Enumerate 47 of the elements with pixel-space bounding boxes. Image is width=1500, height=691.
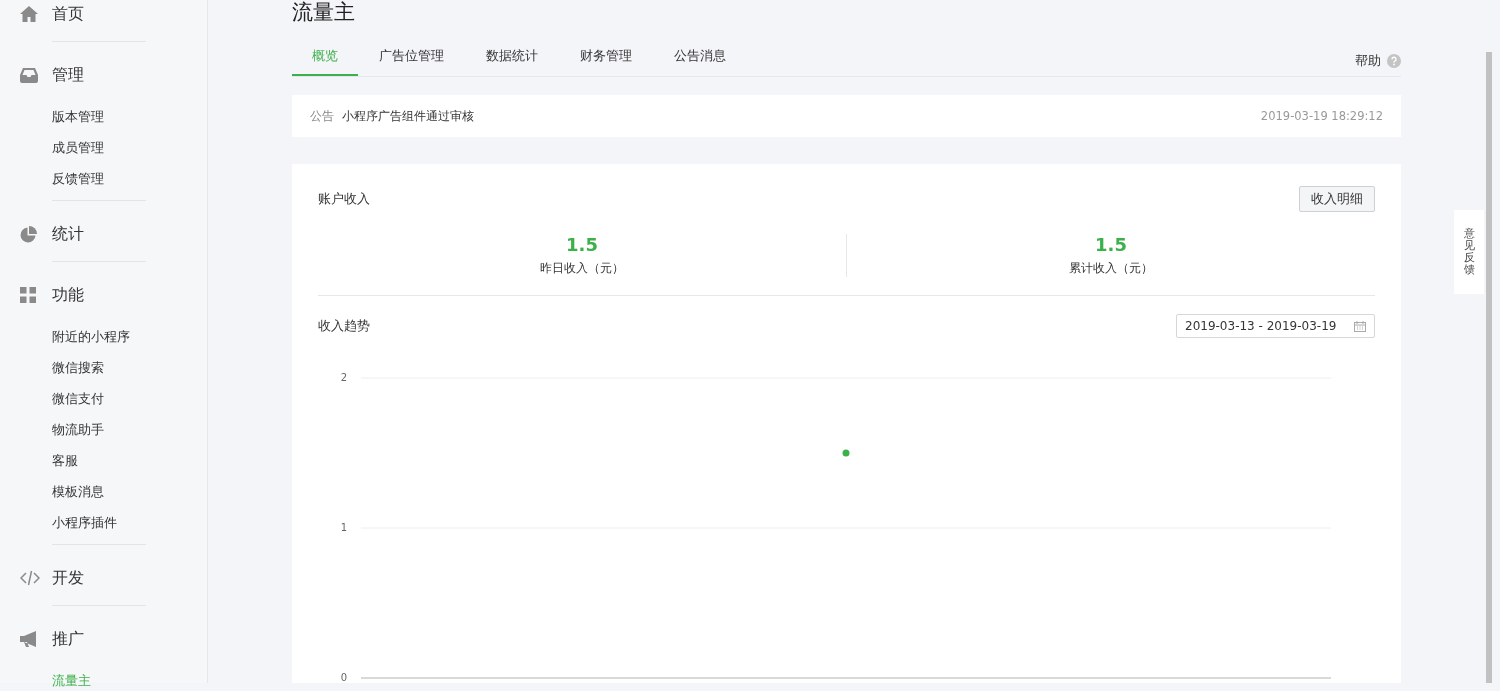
- megaphone-icon: [20, 631, 39, 647]
- sidebar-item[interactable]: 客服: [52, 445, 78, 476]
- data-point: [842, 449, 850, 457]
- card-title: 账户收入: [318, 190, 370, 208]
- calendar-icon: [1354, 320, 1366, 332]
- sidebar-item[interactable]: 微信搜索: [52, 352, 104, 383]
- tab[interactable]: 数据统计: [465, 43, 559, 76]
- y-axis-label: 0: [340, 672, 347, 683]
- sidebar-section[interactable]: 管理: [52, 64, 84, 86]
- sidebar-item[interactable]: 模板消息: [52, 476, 104, 507]
- page-title: 流量主: [292, 0, 355, 26]
- tab[interactable]: 财务管理: [559, 43, 653, 76]
- income-label: 昨日收入（元）: [540, 260, 624, 277]
- sidebar-section[interactable]: 开发: [52, 567, 84, 589]
- y-axis-label: 1: [340, 522, 347, 533]
- income-label: 累计收入（元）: [1069, 260, 1153, 277]
- sidebar-item[interactable]: 附近的小程序: [52, 321, 130, 352]
- sidebar-item[interactable]: 微信支付: [52, 383, 104, 414]
- help-link[interactable]: 帮助: [1355, 47, 1381, 74]
- sidebar-section[interactable]: 首页: [52, 3, 84, 25]
- tab[interactable]: 广告位管理: [358, 43, 465, 76]
- grid-icon: [20, 287, 36, 303]
- sidebar-item[interactable]: 物流助手: [52, 414, 104, 445]
- pie-chart-icon: [20, 225, 37, 243]
- tab[interactable]: 公告消息: [653, 43, 747, 76]
- notice-tag: 公告: [310, 107, 334, 125]
- income-value: 1.5: [566, 234, 598, 255]
- help-icon[interactable]: [1387, 53, 1401, 68]
- notice-time: 2019-03-19 18:29:12: [1260, 109, 1383, 123]
- sidebar-item[interactable]: 版本管理: [52, 101, 104, 132]
- sidebar-item[interactable]: 小程序插件: [52, 507, 117, 538]
- code-icon: [20, 570, 40, 586]
- notice-text[interactable]: 小程序广告组件通过审核: [342, 107, 474, 125]
- sidebar-section[interactable]: 统计: [52, 223, 84, 245]
- income-value: 1.5: [1095, 234, 1127, 255]
- sidebar-item[interactable]: 反馈管理: [52, 163, 104, 194]
- date-range-field[interactable]: 2019-03-13 - 2019-03-19: [1176, 314, 1375, 338]
- inbox-icon: [20, 67, 38, 83]
- income-detail-button[interactable]: 收入明细: [1299, 186, 1375, 212]
- feedback-tab[interactable]: 意见反馈: [1454, 210, 1484, 294]
- home-icon: [20, 6, 38, 22]
- y-axis-label: 2: [340, 372, 347, 383]
- sidebar-section[interactable]: 功能: [52, 284, 84, 306]
- card-title: 收入趋势: [318, 317, 370, 335]
- sidebar-item[interactable]: 成员管理: [52, 132, 104, 163]
- scrollbar[interactable]: [1486, 52, 1492, 683]
- sidebar-section[interactable]: 推广: [52, 628, 84, 650]
